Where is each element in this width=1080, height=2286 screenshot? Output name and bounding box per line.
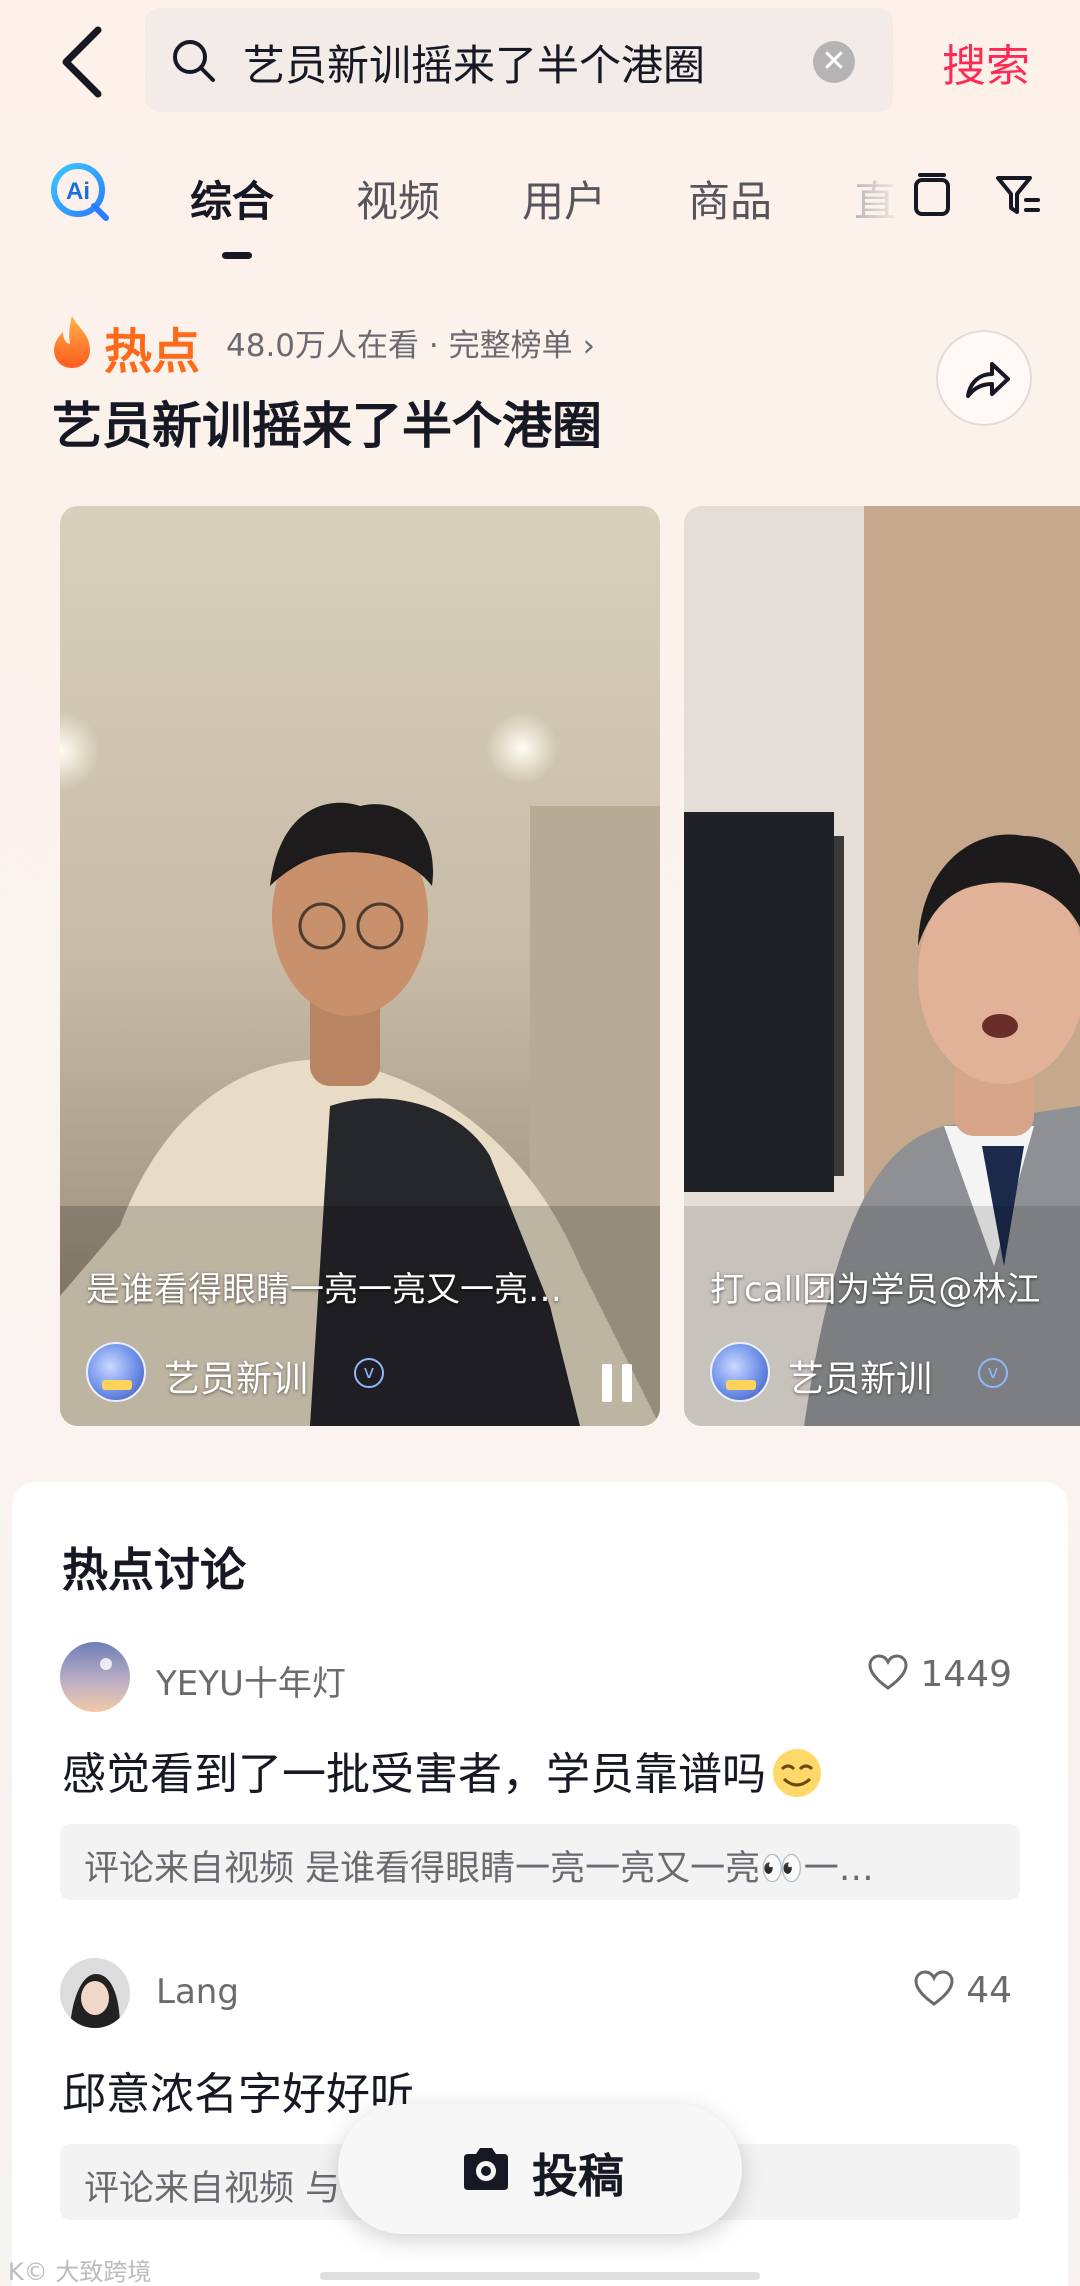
share-icon	[966, 362, 1010, 398]
pause-icon[interactable]	[600, 1364, 634, 1402]
like-button[interactable]: 1449	[868, 1654, 1012, 1695]
hot-topic-card: 热点 48.0万人在看 · 完整榜单 › 艺员新训摇来了半个港圈 是谁看得眼睛一…	[12, 290, 1080, 1470]
author-name: 艺员新训	[788, 1359, 933, 1400]
like-count: 44	[966, 1970, 1012, 2011]
video-card[interactable]: 打call团为学员@林江 艺员新训 v	[684, 506, 1080, 1426]
filter-icon[interactable]	[992, 170, 1044, 222]
comment-item[interactable]: YEYU十年灯 1449 感觉看到了一批受害者，学员靠谱吗 评论来自视频 是谁看…	[12, 1642, 1068, 1922]
verified-icon: v	[354, 1358, 384, 1388]
chevron-right-icon: ›	[582, 328, 595, 364]
video-caption: 是谁看得眼睛一亮一亮又一亮…	[86, 1270, 562, 1310]
clear-search-icon[interactable]: ✕	[813, 41, 855, 83]
tab-users[interactable]: 用户	[522, 168, 606, 229]
result-tabs: Ai 综合 视频 用户 商品 直	[0, 142, 1080, 262]
user-avatar-image	[60, 1642, 130, 1712]
heart-icon	[868, 1654, 908, 1690]
layout-toggle-icon[interactable]	[906, 170, 958, 222]
grin-emoji-icon	[773, 1749, 821, 1797]
search-icon	[173, 40, 215, 82]
ai-search-icon[interactable]: Ai	[48, 160, 114, 226]
comment-text: 邱意浓名字好好听	[62, 2069, 414, 2120]
fire-icon	[54, 316, 90, 368]
svg-text:Ai: Ai	[66, 178, 90, 205]
camera-icon	[464, 2148, 508, 2190]
video-card[interactable]: 是谁看得眼睛一亮一亮又一亮… 艺员新训 v	[60, 506, 660, 1426]
section-title: 热点讨论	[62, 1543, 246, 1597]
comment-source-link[interactable]: 评论来自视频 是谁看得眼睛一亮一亮又一亮👀一…	[60, 1824, 1020, 1900]
tab-video[interactable]: 视频	[356, 168, 440, 229]
post-button-label: 投稿	[532, 2149, 624, 2203]
home-indicator	[320, 2272, 760, 2280]
comment-text: 感觉看到了一批受害者，学员靠谱吗	[62, 1738, 828, 1802]
comment-username[interactable]: YEYU十年灯	[156, 1656, 346, 1705]
viewer-count: 48.0万人在看 · 完整榜单	[226, 328, 573, 364]
like-button[interactable]: 44	[914, 1970, 1012, 2011]
watermark: K© 大致跨境	[8, 2258, 152, 2286]
avatar[interactable]	[60, 1958, 130, 2028]
avatar	[86, 1342, 146, 1402]
post-button[interactable]: 投稿	[338, 2104, 742, 2234]
tab-fade-overlay	[850, 152, 910, 242]
avatar[interactable]	[60, 1642, 130, 1712]
like-count: 1449	[920, 1654, 1012, 1695]
back-arrow-icon	[62, 26, 102, 98]
author-name: 艺员新训	[164, 1359, 309, 1400]
hot-rank-link[interactable]: 48.0万人在看 · 完整榜单 ›	[226, 320, 595, 365]
avatar	[710, 1342, 770, 1402]
heart-icon	[914, 1970, 954, 2006]
share-button[interactable]	[936, 330, 1032, 426]
user-avatar-image	[60, 1958, 130, 2028]
search-query-text: 艺员新训摇来了半个港圈	[243, 41, 706, 90]
tab-products[interactable]: 商品	[688, 168, 772, 229]
hot-badge: 热点	[104, 324, 201, 380]
video-caption: 打call团为学员@林江	[710, 1270, 1041, 1310]
active-tab-indicator	[222, 252, 252, 259]
search-header: 艺员新训摇来了半个港圈 ✕ 搜索	[0, 0, 1080, 122]
search-input[interactable]: 艺员新训摇来了半个港圈 ✕	[145, 8, 893, 112]
tab-comprehensive[interactable]: 综合	[190, 168, 274, 229]
verified-icon: v	[978, 1358, 1008, 1388]
back-button[interactable]	[52, 22, 122, 102]
search-submit-button[interactable]: 搜索	[942, 30, 1030, 94]
hot-topic-title: 艺员新训摇来了半个港圈	[52, 397, 602, 455]
comment-username[interactable]: Lang	[156, 1972, 239, 2012]
